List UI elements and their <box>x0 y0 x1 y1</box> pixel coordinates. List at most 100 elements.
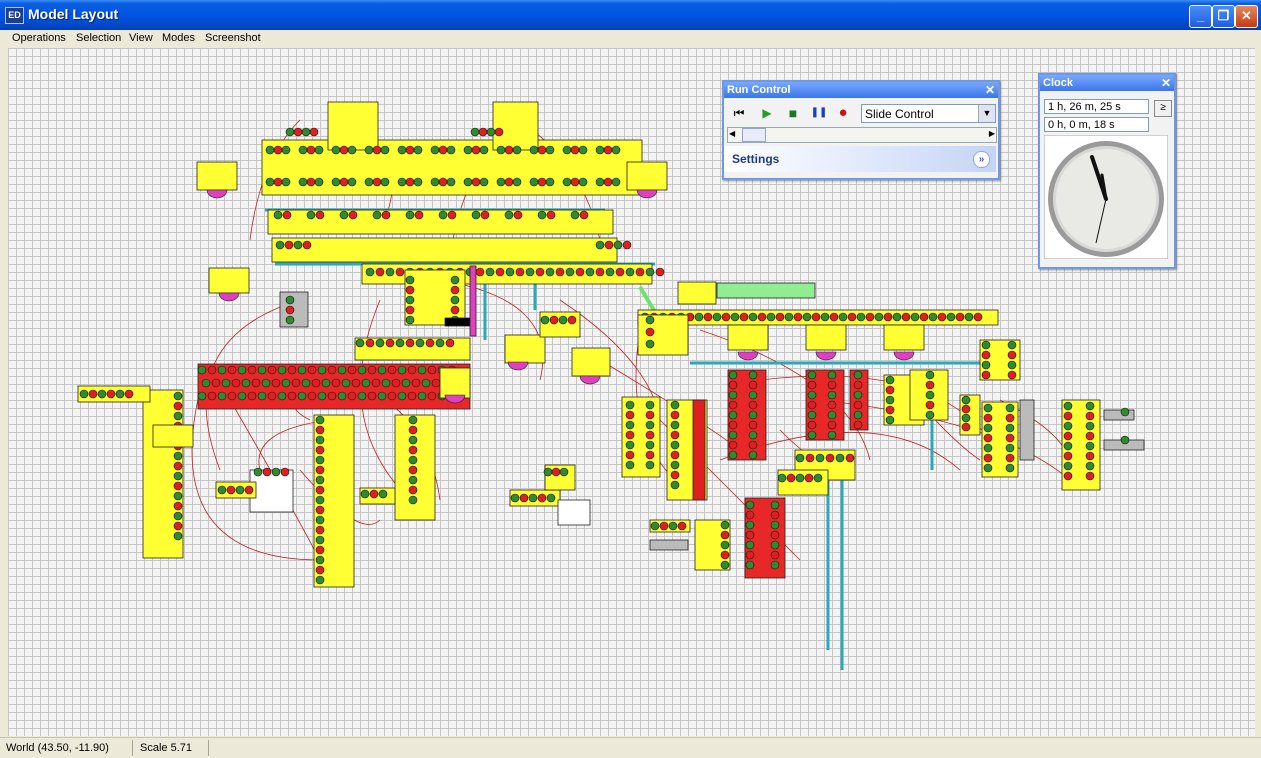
conveyor-line[interactable] <box>638 285 657 314</box>
block-port[interactable] <box>421 378 431 388</box>
block-port[interactable] <box>427 365 437 375</box>
block-port[interactable] <box>339 210 349 220</box>
menu-screenshot[interactable]: Screenshot <box>205 32 261 44</box>
slider-thumb[interactable] <box>742 128 766 142</box>
block-port[interactable] <box>413 177 423 187</box>
block-port[interactable] <box>408 415 418 425</box>
block-port[interactable] <box>983 463 993 473</box>
block-port[interactable] <box>284 240 294 250</box>
block-port[interactable] <box>827 410 837 420</box>
block-port[interactable] <box>1005 463 1015 473</box>
block-port[interactable] <box>314 177 324 187</box>
block-port[interactable] <box>1005 433 1015 443</box>
block-port[interactable] <box>515 267 525 277</box>
block-port[interactable] <box>1085 411 1095 421</box>
block-port[interactable] <box>173 391 183 401</box>
block-port[interactable] <box>282 210 292 220</box>
block-port[interactable] <box>1063 431 1073 441</box>
block-port[interactable] <box>565 267 575 277</box>
model-block[interactable] <box>152 424 194 448</box>
block-port[interactable] <box>251 378 261 388</box>
small-marker[interactable] <box>444 317 471 327</box>
block-port[interactable] <box>479 145 489 155</box>
block-port[interactable] <box>479 177 489 187</box>
block-port[interactable] <box>287 365 297 375</box>
block-port[interactable] <box>611 145 621 155</box>
block-port[interactable] <box>201 378 211 388</box>
block-port[interactable] <box>285 315 295 325</box>
block-port[interactable] <box>827 380 837 390</box>
block-port[interactable] <box>371 378 381 388</box>
block-port[interactable] <box>1063 471 1073 481</box>
block-port[interactable] <box>470 127 480 137</box>
block-port[interactable] <box>728 390 738 400</box>
block-port[interactable] <box>275 240 285 250</box>
block-port[interactable] <box>277 365 287 375</box>
block-port[interactable] <box>981 350 991 360</box>
block-port[interactable] <box>853 390 863 400</box>
block-port[interactable] <box>1005 443 1015 453</box>
block-port[interactable] <box>604 240 614 250</box>
block-port[interactable] <box>567 315 577 325</box>
block-port[interactable] <box>1120 407 1130 417</box>
block-port[interactable] <box>983 413 993 423</box>
play-button[interactable]: ▶ <box>758 104 776 122</box>
record-button[interactable]: ● <box>834 104 852 122</box>
block-port[interactable] <box>372 177 382 187</box>
block-port[interactable] <box>197 365 207 375</box>
block-port[interactable] <box>961 395 971 405</box>
block-port[interactable] <box>306 210 316 220</box>
model-block[interactable] <box>208 267 250 294</box>
block-port[interactable] <box>802 312 812 322</box>
block-port[interactable] <box>413 145 423 155</box>
block-port[interactable] <box>885 395 895 405</box>
block-port[interactable] <box>549 315 559 325</box>
block-port[interactable] <box>827 430 837 440</box>
block-port[interactable] <box>551 467 561 477</box>
block-port[interactable] <box>625 267 635 277</box>
block-port[interactable] <box>364 145 374 155</box>
block-port[interactable] <box>1085 431 1095 441</box>
block-port[interactable] <box>173 451 183 461</box>
buffer-block[interactable] <box>1019 399 1035 461</box>
block-port[interactable] <box>645 460 655 470</box>
block-port[interactable] <box>372 145 382 155</box>
block-port[interactable] <box>885 385 895 395</box>
block-port[interactable] <box>981 340 991 350</box>
block-port[interactable] <box>807 430 817 440</box>
block-port[interactable] <box>207 391 217 401</box>
block-port[interactable] <box>579 210 589 220</box>
block-port[interactable] <box>748 380 758 390</box>
block-port[interactable] <box>173 411 183 421</box>
block-port[interactable] <box>385 267 395 277</box>
block-port[interactable] <box>901 312 911 322</box>
block-port[interactable] <box>377 365 387 375</box>
block-port[interactable] <box>775 312 785 322</box>
block-port[interactable] <box>217 485 227 495</box>
block-port[interactable] <box>745 510 755 520</box>
block-port[interactable] <box>748 420 758 430</box>
block-port[interactable] <box>505 267 515 277</box>
block-port[interactable] <box>271 378 281 388</box>
block-port[interactable] <box>510 493 520 503</box>
block-port[interactable] <box>578 177 588 187</box>
block-port[interactable] <box>961 404 971 414</box>
block-port[interactable] <box>807 420 817 430</box>
block-port[interactable] <box>827 420 837 430</box>
block-port[interactable] <box>545 267 555 277</box>
block-port[interactable] <box>983 443 993 453</box>
block-port[interactable] <box>739 312 749 322</box>
block-port[interactable] <box>559 467 569 477</box>
block-port[interactable] <box>562 177 572 187</box>
block-port[interactable] <box>367 365 377 375</box>
block-port[interactable] <box>703 312 713 322</box>
block-port[interactable] <box>853 370 863 380</box>
block-port[interactable] <box>728 380 738 390</box>
block-port[interactable] <box>375 267 385 277</box>
block-port[interactable] <box>670 400 680 410</box>
block-port[interactable] <box>670 460 680 470</box>
block-port[interactable] <box>645 440 655 450</box>
block-port[interactable] <box>625 440 635 450</box>
block-port[interactable] <box>446 177 456 187</box>
block-port[interactable] <box>545 145 555 155</box>
